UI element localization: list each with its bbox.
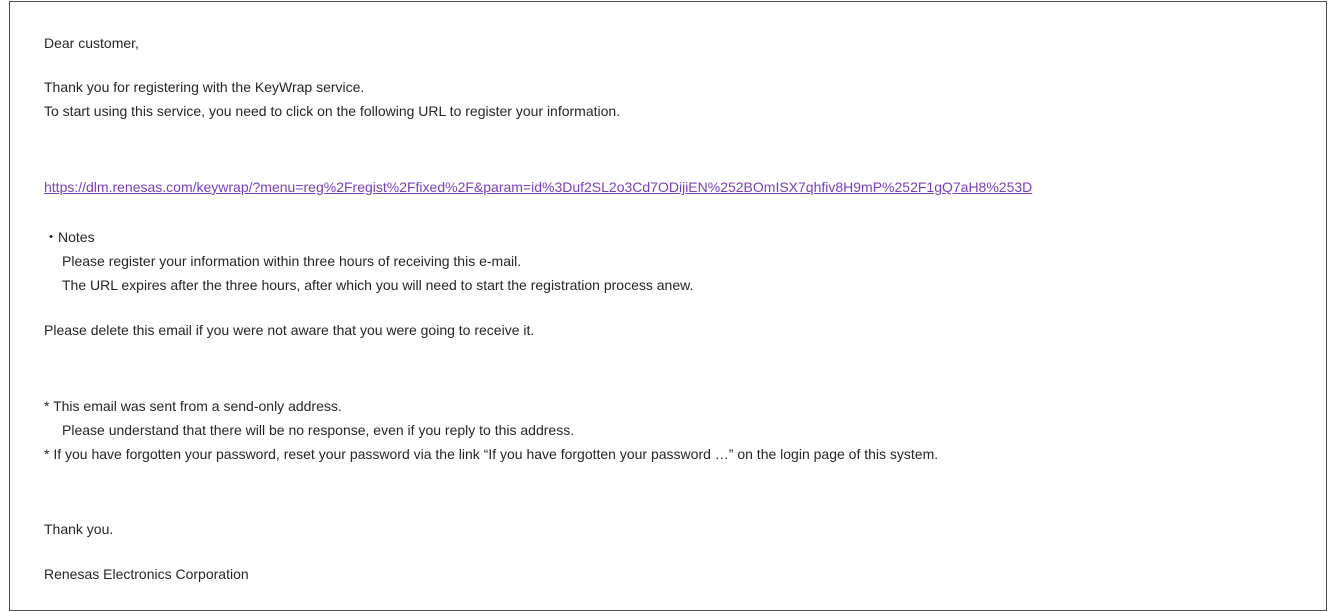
closing-text: Thank you. bbox=[44, 521, 114, 537]
no-response-notice-text: Please understand that there will be no … bbox=[62, 422, 575, 438]
delete-notice-text: Please delete this email if you were not… bbox=[44, 322, 535, 338]
signature-text: Renesas Electronics Corporation bbox=[44, 566, 249, 582]
instruction-text: To start using this service, you need to… bbox=[44, 103, 621, 119]
registration-url-link[interactable]: https://dlm.renesas.com/keywrap/?menu=re… bbox=[44, 179, 1032, 195]
note-1-text: Please register your information within … bbox=[62, 253, 522, 269]
greeting-text: Dear customer, bbox=[44, 35, 139, 51]
notes-heading: ・Notes bbox=[44, 229, 95, 245]
note-2-text: The URL expires after the three hours, a… bbox=[62, 277, 694, 293]
thanks-register-text: Thank you for registering with the KeyWr… bbox=[44, 79, 365, 95]
send-only-notice-text: * This email was sent from a send-only a… bbox=[44, 398, 342, 414]
password-notice-text: * If you have forgotten your password, r… bbox=[44, 446, 939, 462]
email-body-frame: Dear customer, Thank you for registering… bbox=[9, 1, 1327, 611]
